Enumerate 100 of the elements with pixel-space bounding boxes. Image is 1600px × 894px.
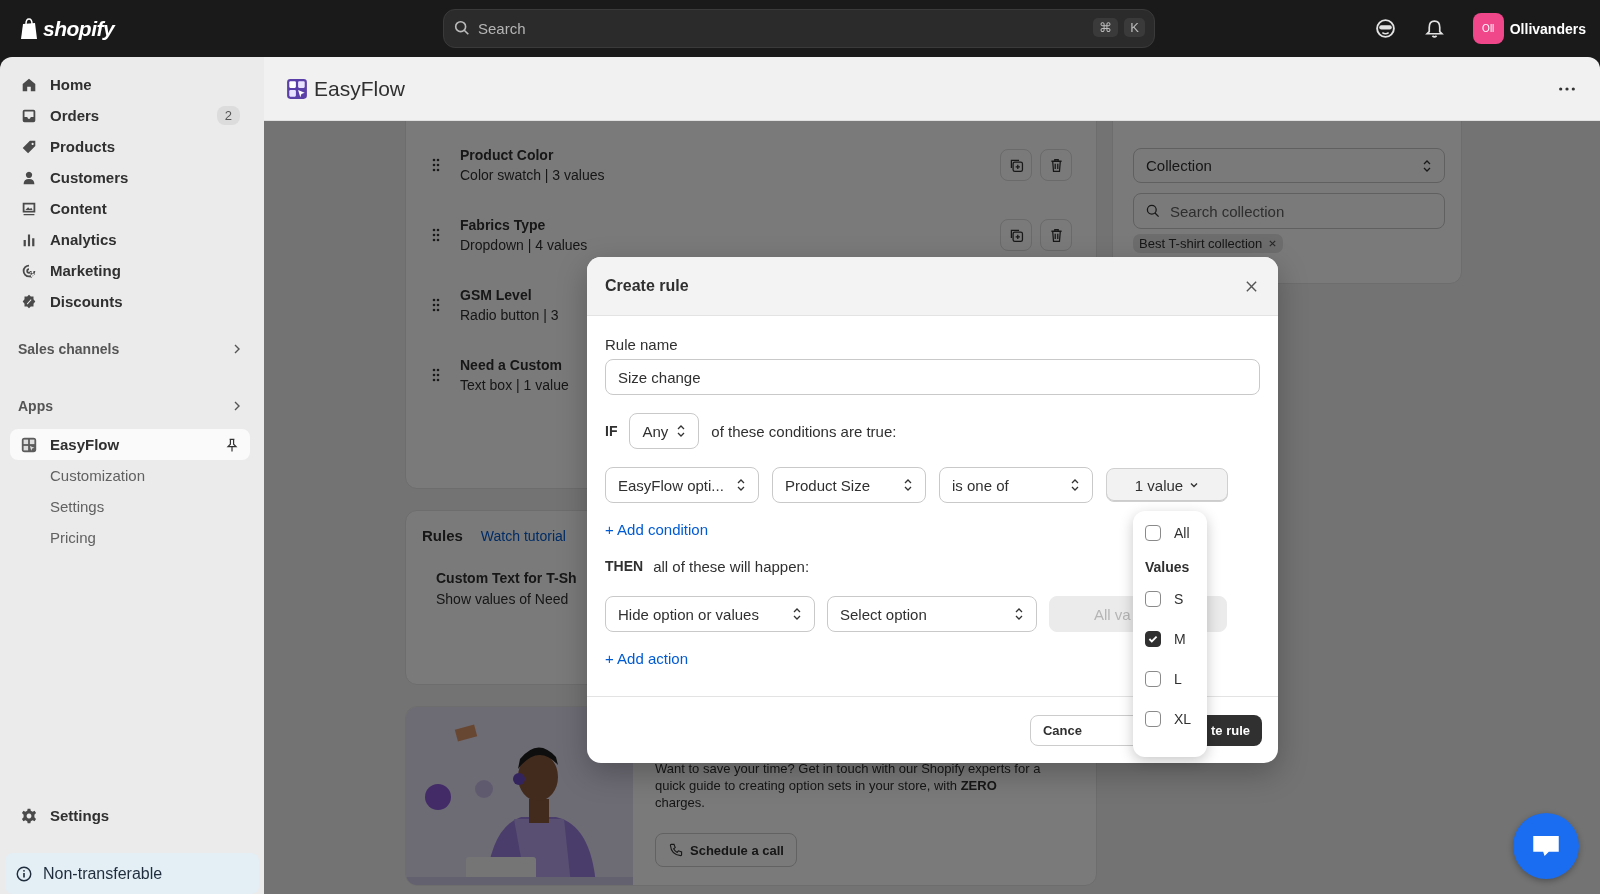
schedule-call-button[interactable]: Schedule a call: [655, 833, 797, 867]
settings-icon: [20, 806, 38, 825]
drag-handle-icon[interactable]: [432, 298, 440, 312]
target-select[interactable]: Select option: [827, 596, 1037, 632]
sub-nav-item[interactable]: Pricing: [10, 522, 250, 553]
settings-item[interactable]: Settings: [10, 800, 250, 831]
option-title: Need a Custom: [460, 357, 562, 373]
shortcut-key: ⌘: [1093, 18, 1119, 37]
checkbox[interactable]: [1145, 711, 1161, 727]
drag-handle-icon[interactable]: [432, 368, 440, 382]
rule-detail: Show values of Need: [436, 591, 569, 607]
nav-item[interactable]: Products: [10, 131, 250, 162]
condition-text: of these conditions are true:: [711, 422, 897, 440]
option-detail: Radio button | 3: [460, 307, 559, 323]
menu-option[interactable]: XL: [1145, 699, 1195, 739]
action-text: all of these will happen:: [653, 557, 810, 575]
option-title: Fabrics Type: [460, 217, 546, 233]
menu-option[interactable]: S: [1145, 579, 1195, 619]
caret-icon: [1189, 480, 1200, 490]
up-down-chevron-icon: [676, 424, 687, 438]
close-icon[interactable]: [1245, 279, 1258, 293]
shopping-bag-logo-icon[interactable]: [19, 17, 39, 40]
promo-text: Want to save your time? Get in touch with our Shopify experts for a quick guide to creating option sets in your store, with ZERO charges.: [655, 760, 1042, 811]
store-avatar: Oll: [1472, 13, 1504, 44]
drag-handle-icon[interactable]: [432, 158, 440, 172]
duplicate-button[interactable]: [1000, 219, 1032, 251]
sub-nav-item[interactable]: Settings: [10, 491, 250, 522]
chevron-right-icon: [232, 343, 242, 354]
collection-search-field[interactable]: Search collection: [1133, 193, 1445, 229]
app-logo-icon: [286, 77, 308, 100]
chevron-right-icon: [232, 400, 242, 411]
nav-item[interactable]: Content: [10, 193, 250, 224]
type-select[interactable]: Collection: [1133, 148, 1445, 183]
notification-bell-icon[interactable]: [1423, 18, 1445, 39]
chat-button[interactable]: [1513, 813, 1579, 879]
nav-item[interactable]: Home: [10, 69, 250, 100]
nav-item[interactable]: Analytics: [10, 224, 250, 255]
up-down-chevron-icon: [1014, 607, 1024, 621]
rule-name-field[interactable]: Size change: [605, 359, 1260, 395]
then-keyword: THEN: [605, 558, 644, 574]
option-detail: Dropdown | 4 values: [460, 237, 588, 253]
page-title: EasyFlow: [314, 76, 407, 101]
notice-text: Non-transferable: [43, 864, 163, 883]
checkbox[interactable]: [1145, 525, 1161, 541]
field-label: Rule name: [605, 336, 678, 353]
collection-tag: Best T-shirt collection: [1133, 234, 1284, 253]
option-title: GSM Level: [460, 287, 532, 303]
nav-item[interactable]: Discounts: [10, 286, 250, 317]
option-title: Product Color: [460, 147, 554, 163]
count-badge: 2: [216, 106, 240, 125]
card-title: Rules: [422, 527, 463, 544]
mask-face-icon[interactable]: [1374, 18, 1396, 39]
search-icon: [1145, 203, 1161, 219]
menu-heading: Values: [1145, 559, 1191, 577]
nav-item[interactable]: Customers: [10, 162, 250, 193]
phone-icon: [668, 842, 684, 858]
nav-item[interactable]: Orders 2: [10, 100, 250, 131]
shortcut-key: K: [1124, 18, 1145, 37]
operator-select[interactable]: is one of: [939, 467, 1093, 503]
nav-item[interactable]: Marketing: [10, 255, 250, 286]
checkmark-icon: [1147, 633, 1159, 645]
up-down-chevron-icon: [903, 478, 913, 492]
app-grid-icon: [20, 435, 38, 454]
search-icon: [453, 19, 471, 37]
action-select[interactable]: Hide option or values: [605, 596, 815, 632]
up-down-chevron-icon: [736, 478, 746, 492]
section-header[interactable]: Sales channels: [10, 333, 250, 364]
menu-option[interactable]: All: [1145, 513, 1195, 553]
match-select[interactable]: Any: [629, 413, 700, 449]
add-condition-link[interactable]: + Add condition: [605, 521, 708, 538]
drag-handle-icon[interactable]: [432, 228, 440, 242]
duplicate-button[interactable]: [1000, 149, 1032, 181]
add-action-link[interactable]: + Add action: [605, 650, 688, 667]
option-select[interactable]: Product Size: [772, 467, 926, 503]
remove-icon[interactable]: [1268, 239, 1278, 248]
menu-option[interactable]: L: [1145, 659, 1195, 699]
up-down-chevron-icon: [1070, 478, 1080, 492]
more-options-icon[interactable]: [1558, 85, 1576, 92]
up-down-chevron-icon: [792, 607, 802, 621]
delete-button[interactable]: [1040, 219, 1072, 251]
nav-item[interactable]: EasyFlow: [10, 429, 250, 460]
sub-nav-item[interactable]: Customization: [10, 460, 250, 491]
checkbox[interactable]: [1145, 671, 1161, 687]
checkbox[interactable]: [1145, 631, 1161, 647]
source-select[interactable]: EasyFlow opti...: [605, 467, 759, 503]
store-menu[interactable]: Oll Ollivanders: [1472, 13, 1586, 44]
rule-title: Custom Text for T-Sh: [436, 570, 577, 586]
if-keyword: IF: [605, 423, 618, 439]
option-detail: Text box | 1 value: [460, 377, 569, 393]
badge-icon: [20, 292, 38, 311]
dialog-title: Create rule: [605, 277, 689, 295]
info-icon: [15, 864, 33, 883]
option-detail: Color swatch | 3 values: [460, 167, 605, 183]
values-dropdown[interactable]: 1 value: [1106, 468, 1228, 502]
menu-option[interactable]: M: [1145, 619, 1195, 659]
delete-button[interactable]: [1040, 149, 1072, 181]
checkbox[interactable]: [1145, 591, 1161, 607]
pin-icon[interactable]: [224, 436, 240, 453]
section-header[interactable]: Apps: [10, 390, 250, 421]
brand-name[interactable]: shopify: [43, 16, 115, 41]
